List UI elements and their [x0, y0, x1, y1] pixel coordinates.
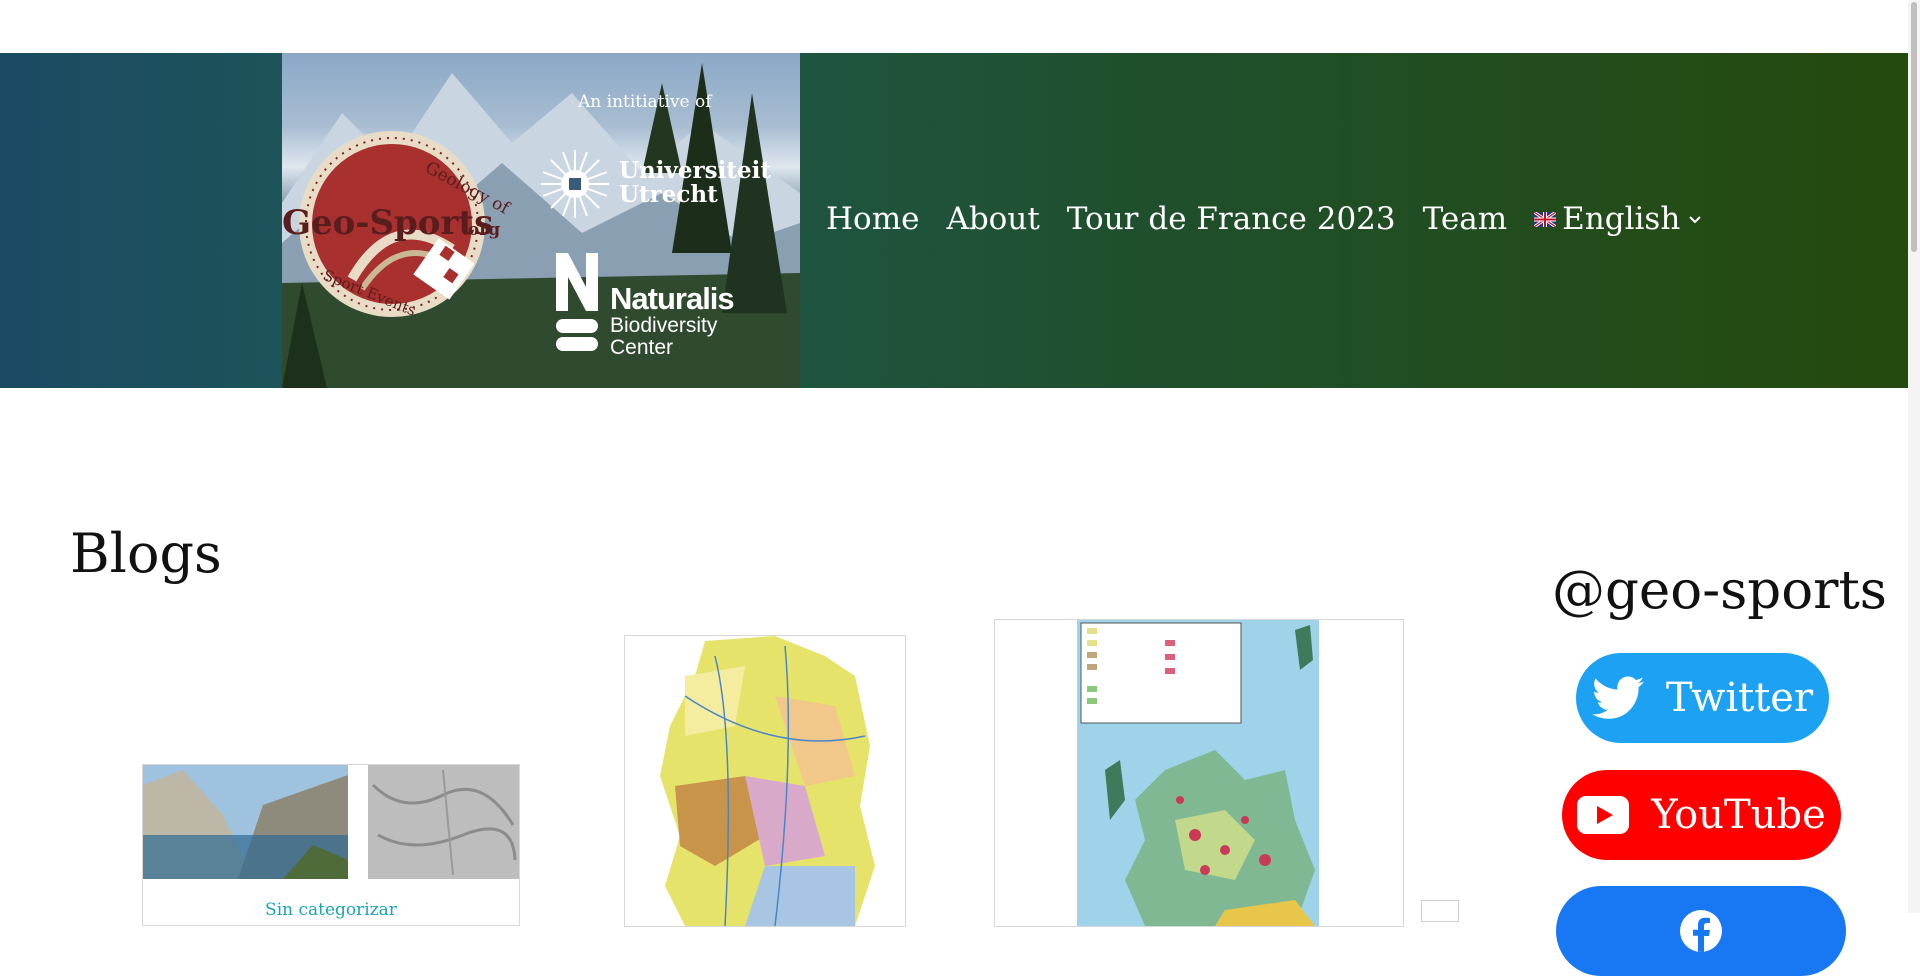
header-logo-banner[interactable]: Geology of Geo-Sports .org Sport Events … [282, 53, 800, 388]
placeholder-box [1421, 900, 1459, 922]
site-header: Geology of Geo-Sports .org Sport Events … [0, 53, 1920, 388]
naturalis-subtitle: Biodiversity Center [610, 315, 717, 359]
blog-card[interactable] [624, 635, 906, 927]
nav-tour-de-france-2023[interactable]: Tour de France 2023 [1067, 201, 1396, 237]
language-switcher[interactable]: English [1534, 201, 1704, 237]
geo-sports-logo: Geology of Geo-Sports .org Sport Events [282, 131, 514, 319]
twitter-icon [1591, 676, 1644, 719]
social-handle: @geo-sports [1552, 560, 1887, 621]
germany-geology-map [625, 636, 877, 927]
language-label: English [1562, 201, 1681, 237]
svg-text:.org: .org [462, 220, 500, 240]
youtube-label: YouTube [1651, 792, 1826, 838]
facebook-icon [1680, 910, 1722, 952]
uk-flag-icon [1534, 211, 1557, 227]
youtube-icon [1577, 796, 1630, 834]
page-title: Blogs [70, 522, 222, 585]
scotland-geology-map [1077, 620, 1319, 926]
nav-about[interactable]: About [946, 201, 1039, 237]
page-scrollbar[interactable] [1908, 0, 1920, 913]
twitter-label: Twitter [1665, 675, 1814, 721]
uu-wordmark: Universiteit Utrecht [619, 159, 771, 207]
twitter-button[interactable]: Twitter [1576, 653, 1829, 743]
naturalis-mark-icon [556, 253, 598, 351]
facebook-button[interactable] [1556, 886, 1846, 976]
blog-card[interactable]: Sin categorizar [142, 764, 520, 926]
naturalis-sub-line-1: Biodiversity [610, 314, 718, 337]
naturalis-sub-line-2: Center [610, 336, 674, 359]
youtube-button[interactable]: YouTube [1562, 770, 1841, 860]
blog-card-image [143, 765, 519, 879]
uu-sun-logo-icon [541, 150, 609, 218]
main-nav: Home About Tour de France 2023 Team Engl… [826, 201, 1704, 237]
blog-card[interactable] [994, 619, 1404, 927]
naturalis-wordmark: Naturalis [610, 281, 735, 316]
chevron-down-icon [1689, 216, 1702, 224]
uu-line-1: Universiteit [619, 157, 771, 184]
nav-home[interactable]: Home [826, 201, 919, 237]
uu-line-2: Utrecht [619, 181, 718, 208]
initiative-text: An intitiative of [578, 92, 712, 112]
scrollbar-thumb[interactable] [1911, 2, 1917, 252]
category-link[interactable]: Sin categorizar [143, 900, 519, 920]
nav-team[interactable]: Team [1423, 201, 1508, 237]
